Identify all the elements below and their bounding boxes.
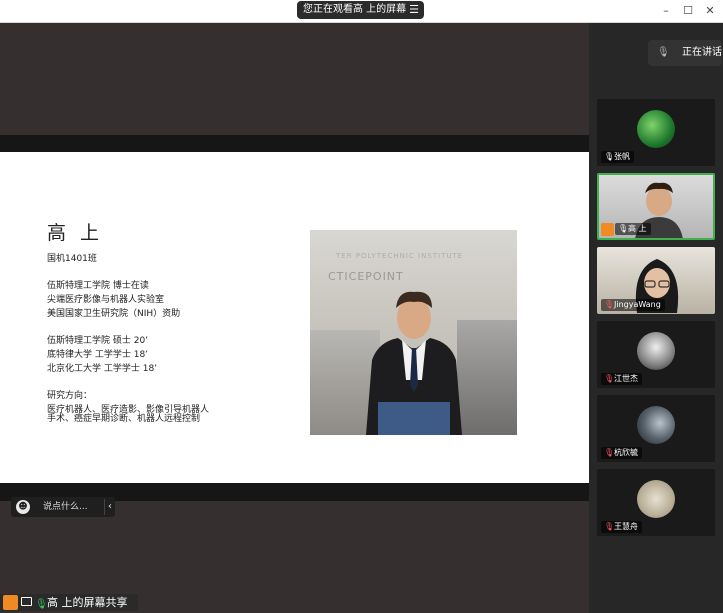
- close-button[interactable]: ✕: [703, 4, 717, 18]
- screen-share-label: 🎙 高 上的屏幕共享: [0, 594, 138, 611]
- avatar: [637, 480, 675, 518]
- participant-name: 🎙 张帆: [601, 151, 634, 163]
- slide-line-a3: 美国国家卫生研究院（NIH）资助: [47, 309, 181, 319]
- mic-muted-icon: 🎙: [604, 522, 615, 531]
- participant-name-text: 江世杰: [614, 374, 638, 383]
- participant-name: 🎙 王慧舟: [601, 521, 642, 533]
- speaking-text: 正在讲话:: [682, 47, 722, 58]
- mic-icon: 🎙: [657, 47, 670, 58]
- participant-tile[interactable]: 🎙 张帆: [597, 99, 715, 166]
- maximize-button[interactable]: ☐: [681, 4, 695, 18]
- screen-share-icon: [21, 597, 32, 606]
- mic-on-icon: 🎙: [618, 224, 629, 233]
- host-badge-icon: [601, 223, 614, 236]
- slide-line-a1: 伍斯特理工学院 博士在读: [47, 281, 149, 291]
- meeting-window: 您正在观看高 上的屏幕 ☰ – ☐ ✕ 高 上 国机1401班 伍斯特理工学院 …: [0, 0, 723, 613]
- participant-name-text: 高 上: [628, 224, 647, 233]
- viewing-screen-text: 您正在观看高 上的屏幕: [303, 4, 407, 15]
- collapse-chat-button[interactable]: ‹: [104, 499, 118, 515]
- participant-tile[interactable]: 🎙 江世杰: [597, 321, 715, 388]
- screen-share-label-text: 高 上的屏幕共享: [47, 596, 128, 609]
- chat-input-bar[interactable]: ☻ 说点什么... ‹: [11, 497, 115, 517]
- host-avatar-icon: [3, 595, 18, 610]
- emoji-icon[interactable]: ☻: [16, 500, 30, 514]
- photo-sign-top: TER POLYTECHNIC INSTITUTE: [336, 252, 464, 260]
- slide-line-b2: 底特律大学 工学学士 18’: [47, 350, 149, 360]
- mic-on-icon: 🎙: [35, 599, 48, 610]
- minimize-button[interactable]: –: [659, 4, 673, 18]
- mic-on-icon: 🎙: [604, 152, 615, 161]
- participant-name: 🎙 江世杰: [601, 373, 642, 385]
- participant-tile[interactable]: 🎙 JingyaWang: [597, 247, 715, 314]
- participant-tile-active[interactable]: 🎙 高 上: [597, 173, 715, 240]
- slide-presenter-name: 高 上: [47, 222, 104, 244]
- shared-screen-area: 高 上 国机1401班 伍斯特理工学院 博士在读 尖端医疗影像与机器人实验室 美…: [0, 23, 589, 613]
- viewing-screen-pill[interactable]: 您正在观看高 上的屏幕 ☰: [297, 1, 424, 19]
- presentation-slide: 高 上 国机1401班 伍斯特理工学院 博士在读 尖端医疗影像与机器人实验室 美…: [0, 152, 589, 483]
- chat-input[interactable]: 说点什么...: [43, 500, 88, 514]
- presenter-photo: TER POLYTECHNIC INSTITUTE CTICEPOINT: [310, 230, 517, 435]
- participant-name-text: 杭欣毓: [614, 448, 638, 457]
- menu-icon[interactable]: ☰: [409, 1, 419, 19]
- participant-name-text: JingyaWang: [614, 300, 661, 309]
- participant-name: 🎙 杭欣毓: [601, 447, 642, 459]
- slide-class: 国机1401班: [47, 254, 97, 264]
- letterbox-top: [0, 135, 589, 152]
- participant-name: 🎙 JingyaWang: [601, 299, 665, 311]
- presenter-figure: [366, 291, 462, 435]
- speaking-indicator: 🎙 正在讲话:: [648, 40, 722, 66]
- slide-line-b1: 伍斯特理工学院 硕士 20’: [47, 336, 149, 346]
- avatar: [637, 332, 675, 370]
- participant-name: 🎙 高 上: [615, 223, 651, 235]
- photo-sign: CTICEPOINT: [328, 270, 404, 283]
- mic-muted-icon: 🎙: [604, 374, 615, 383]
- slide-research-line2: 手术、癌症早期诊断、机器人远程控制: [47, 414, 201, 424]
- slide-line-b3: 北京化工大学 工学学士 18’: [47, 364, 158, 374]
- mic-muted-icon: 🎙: [604, 448, 615, 457]
- participant-tile[interactable]: 🎙 王慧舟: [597, 469, 715, 536]
- avatar: [637, 110, 675, 148]
- participant-name-text: 张帆: [614, 152, 630, 161]
- avatar: [637, 406, 675, 444]
- participant-tile[interactable]: 🎙 杭欣毓: [597, 395, 715, 462]
- slide-research-label: 研究方向：: [47, 391, 93, 401]
- slide-line-a2: 尖端医疗影像与机器人实验室: [47, 295, 165, 305]
- mic-muted-icon: 🎙: [604, 300, 615, 309]
- participants-panel: 🎙 正在讲话: 🎙 张帆 🎙 高 上 🎙 JingyaWang 🎙 江世杰 🎙 …: [589, 23, 723, 613]
- title-bar: 您正在观看高 上的屏幕 ☰ – ☐ ✕: [0, 0, 723, 23]
- participant-name-text: 王慧舟: [614, 522, 638, 531]
